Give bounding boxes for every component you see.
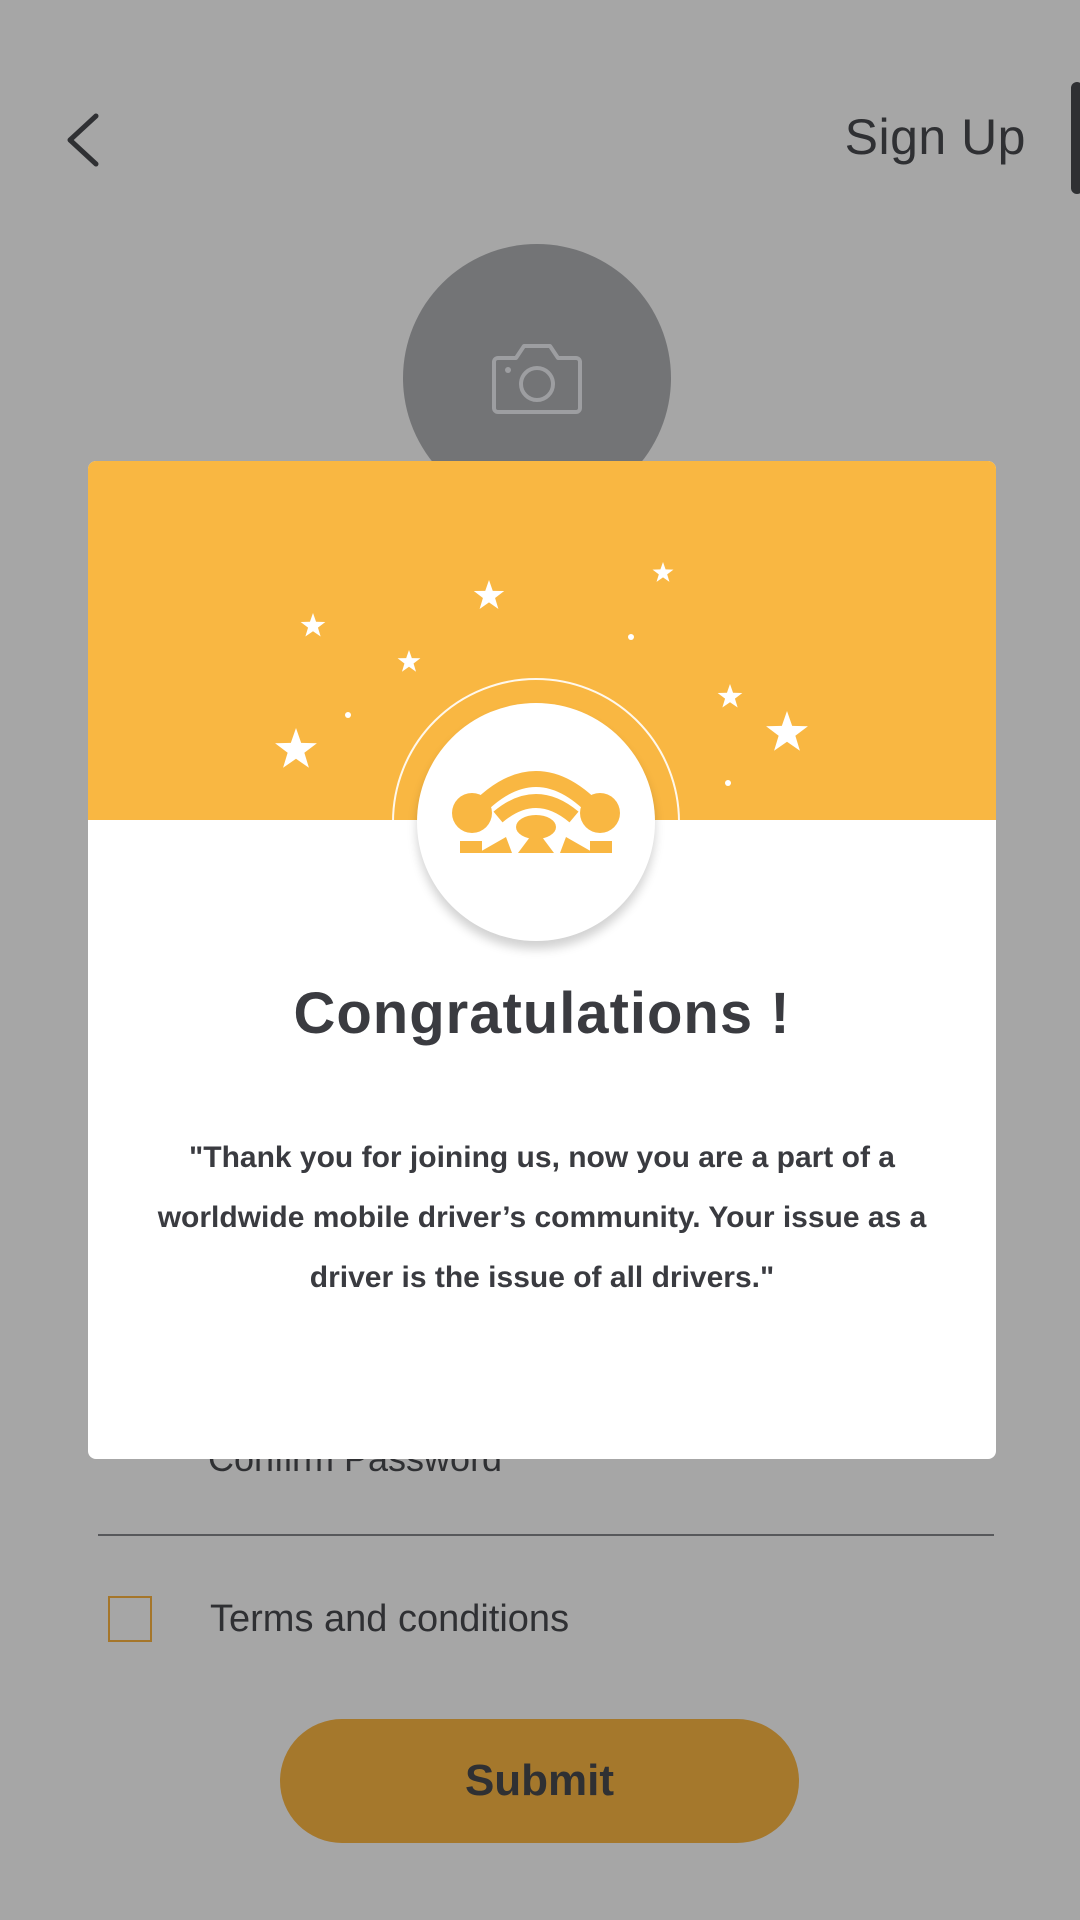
back-button[interactable] [56, 110, 116, 170]
dialog-title: Congratulations ! [293, 981, 791, 1046]
edge-handle[interactable] [1071, 82, 1080, 194]
terms-checkbox[interactable] [108, 1596, 152, 1642]
page-title: Sign Up [844, 109, 1026, 165]
field-underline [98, 1534, 994, 1536]
submit-button[interactable]: Submit [280, 1719, 799, 1843]
sign-up-screen: Sign Up Confirm Password Terms and condi… [0, 0, 1080, 1920]
chevron-left-icon [67, 113, 99, 167]
dialog-message: "Thank you for joining us, now you are a… [157, 1141, 927, 1294]
terms-label[interactable]: Terms and conditions [210, 1598, 569, 1641]
camera-icon [492, 344, 582, 414]
steering-wheel-icon [452, 771, 620, 853]
congratulations-dialog: Congratulations ! "Thank you for joining… [88, 461, 996, 1459]
